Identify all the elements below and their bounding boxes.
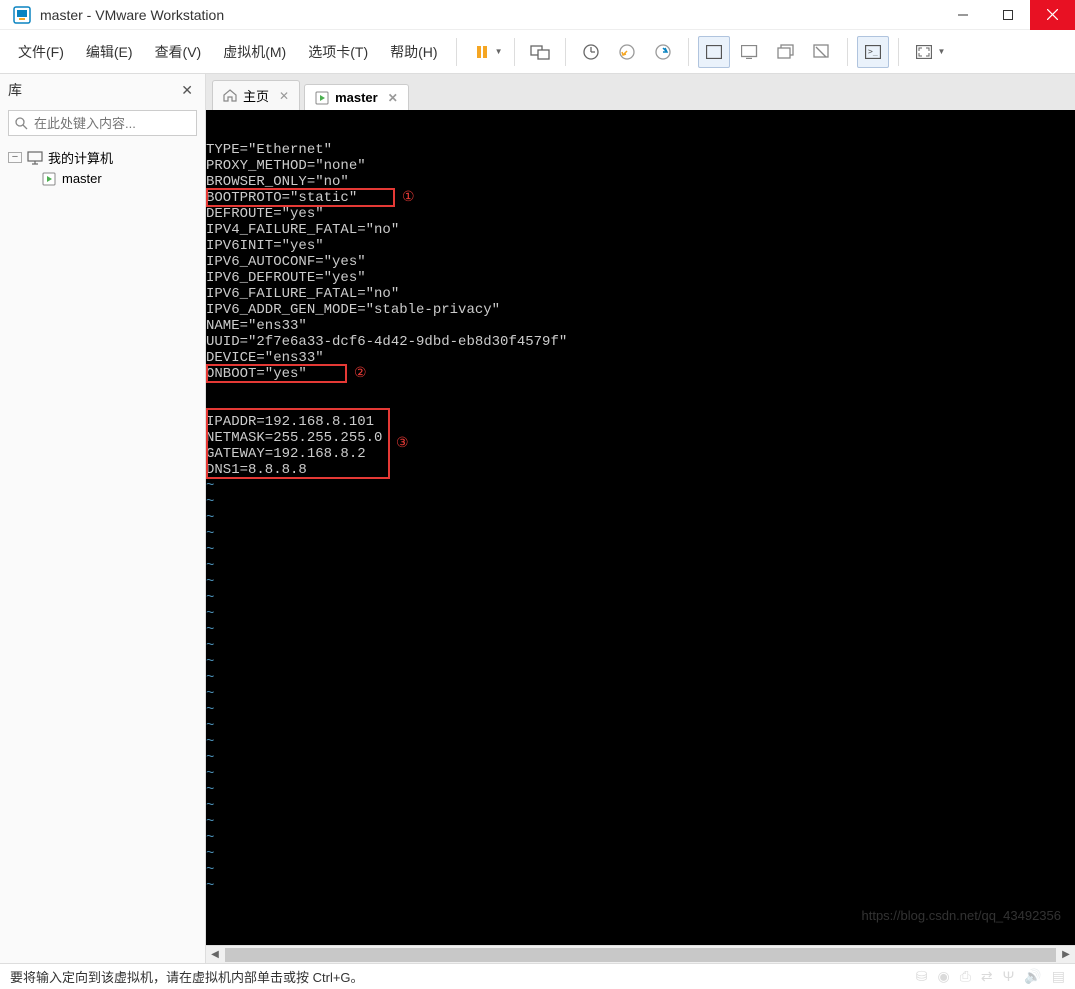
status-message: 要将输入定向到该虚拟机，请在虚拟机内部单击或按 Ctrl+G。: [10, 967, 916, 986]
menu-tabs[interactable]: 选项卡(T): [298, 38, 378, 66]
separator: [898, 38, 899, 66]
horizontal-scrollbar[interactable]: ◀ ▶: [206, 945, 1075, 963]
annotation-1: ①: [402, 188, 415, 205]
app-icon: [12, 5, 32, 25]
statusbar: 要将输入定向到该虚拟机，请在虚拟机内部单击或按 Ctrl+G。 ⛁ ◉ ⎙ ⇄ …: [0, 963, 1075, 989]
scroll-left[interactable]: ◀: [206, 949, 224, 960]
tree-item-master[interactable]: master: [8, 169, 197, 188]
window-controls: [940, 0, 1075, 30]
tree-root-label: 我的计算机: [48, 148, 113, 167]
annotation-3: ③: [396, 434, 409, 451]
annotation-2: ②: [354, 364, 367, 381]
computer-icon: [26, 151, 44, 165]
view-single-button[interactable]: [698, 36, 730, 68]
separator: [456, 38, 457, 66]
maximize-button[interactable]: [985, 0, 1030, 30]
scroll-thumb[interactable]: [225, 948, 1056, 962]
tab-master-close[interactable]: ✕: [388, 91, 398, 105]
menu-vm[interactable]: 虚拟机(M): [213, 38, 296, 66]
sidebar-close-button[interactable]: ✕: [177, 82, 197, 99]
tab-master-label: master: [335, 90, 378, 105]
console-view-button[interactable]: >_: [857, 36, 889, 68]
vm-running-icon: [40, 172, 58, 186]
separator: [565, 38, 566, 66]
menu-file[interactable]: 文件(F): [8, 38, 74, 66]
view-multiple-button[interactable]: [770, 36, 802, 68]
tab-home-label: 主页: [243, 86, 269, 105]
pause-dropdown[interactable]: ▼: [495, 47, 507, 56]
sidebar-header: 库 ✕: [0, 74, 205, 106]
menubar: 文件(F) 编辑(E) 查看(V) 虚拟机(M) 选项卡(T) 帮助(H) ▼ …: [0, 30, 1075, 74]
separator: [514, 38, 515, 66]
sound-icon[interactable]: 🔊: [1024, 968, 1041, 985]
separator: [847, 38, 848, 66]
sidebar-search[interactable]: ▼: [8, 110, 197, 136]
content-area: 主页 ✕ master ✕ TYPE="Ethernet"PROXY_METHO…: [206, 74, 1075, 963]
collapse-icon[interactable]: −: [8, 152, 22, 163]
usb-icon[interactable]: Ψ: [1003, 968, 1015, 985]
snapshot-manager-button[interactable]: [647, 36, 679, 68]
minimize-button[interactable]: [940, 0, 985, 30]
terminal-output: TYPE="Ethernet"PROXY_METHOD="none"BROWSE…: [206, 110, 1075, 894]
tab-bar: 主页 ✕ master ✕: [206, 74, 1075, 110]
separator: [688, 38, 689, 66]
scroll-right[interactable]: ▶: [1057, 949, 1075, 960]
menu-edit[interactable]: 编辑(E): [76, 38, 143, 66]
fullscreen-dropdown[interactable]: ▼: [937, 47, 949, 56]
menu-icon[interactable]: ▤: [1052, 968, 1065, 985]
tree-item-label: master: [62, 171, 102, 186]
library-sidebar: 库 ✕ ▼ − 我的计算机 master: [0, 74, 206, 963]
tab-master[interactable]: master ✕: [304, 84, 409, 110]
main-area: 库 ✕ ▼ − 我的计算机 master: [0, 74, 1075, 963]
cd-icon[interactable]: ◉: [937, 968, 949, 985]
watermark: https://blog.csdn.net/qq_43492356: [862, 908, 1062, 923]
disk-icon[interactable]: ⛁: [916, 968, 928, 985]
status-icons: ⛁ ◉ ⎙ ⇄ Ψ 🔊 ▤: [916, 968, 1065, 985]
search-input[interactable]: [34, 116, 210, 131]
view-console-button[interactable]: [734, 36, 766, 68]
window-title: master - VMware Workstation: [40, 7, 940, 23]
unity-button[interactable]: [806, 36, 838, 68]
snapshot-button[interactable]: [575, 36, 607, 68]
library-tree: − 我的计算机 master: [0, 140, 205, 194]
tree-root-my-computer[interactable]: − 我的计算机: [8, 146, 197, 169]
search-icon: [9, 117, 34, 130]
pause-button[interactable]: [466, 36, 498, 68]
tab-home-close[interactable]: ✕: [279, 89, 289, 103]
menu-view[interactable]: 查看(V): [145, 38, 212, 66]
printer-icon[interactable]: ⎙: [960, 968, 971, 985]
fullscreen-button[interactable]: [908, 36, 940, 68]
menu-help[interactable]: 帮助(H): [380, 38, 447, 66]
vm-running-icon: [315, 91, 329, 105]
home-icon: [223, 89, 237, 102]
tab-home[interactable]: 主页 ✕: [212, 80, 300, 110]
scroll-track[interactable]: [225, 948, 1056, 962]
svg-text:>_: >_: [868, 47, 878, 56]
revert-snapshot-button[interactable]: [611, 36, 643, 68]
network-icon[interactable]: ⇄: [981, 968, 993, 985]
sidebar-title: 库: [8, 80, 177, 100]
send-ctrl-alt-del-button[interactable]: [524, 36, 556, 68]
titlebar: master - VMware Workstation: [0, 0, 1075, 30]
vm-console[interactable]: TYPE="Ethernet"PROXY_METHOD="none"BROWSE…: [206, 110, 1075, 945]
close-button[interactable]: [1030, 0, 1075, 30]
